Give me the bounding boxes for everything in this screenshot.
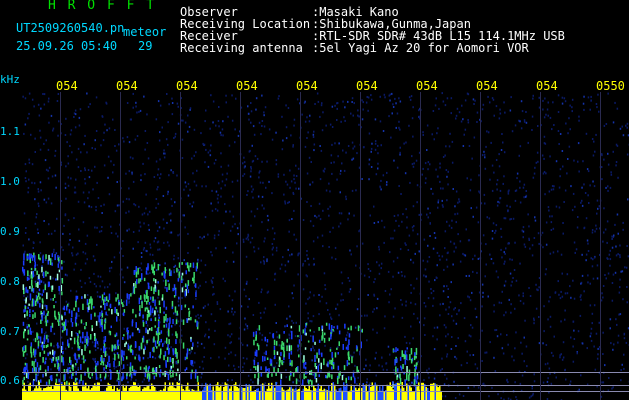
h-guide-line-1 [22,372,629,373]
y-tick-0-9: 0.9 [0,225,20,238]
v-gridline-7 [420,92,421,400]
v-gridline-1 [60,92,61,400]
x-tick-9: 054 [536,79,558,93]
x-tick-7: 054 [416,79,438,93]
x-tick-8: 054 [476,79,498,93]
x-tick-2: 054 [116,79,138,93]
info-antenna-label: Receiving antenna [180,41,303,55]
y-tick-0-6: 0.6 [0,374,20,387]
x-tick-5: 054 [296,79,318,93]
y-tick-0-8: 0.8 [0,275,20,288]
v-gridline-6 [360,92,361,400]
v-gridline-2 [120,92,121,400]
x-tick-6: 054 [356,79,378,93]
info-antenna-value: :5el Yagi Az 20 for Aomori VOR [312,41,529,55]
datetime-label: 25.09.26 05:40 [16,39,118,53]
axis-unit-label: kHz [0,73,20,86]
v-gridline-5 [300,92,301,400]
y-tick-0-7: 0.7 [0,325,20,338]
signal-traces [22,252,419,388]
meteor-count: 29 [138,39,153,53]
x-tick-10: 0550 [596,79,625,93]
y-tick-1-1: 1.1 [0,125,20,138]
v-gridline-3 [180,92,181,400]
y-tick-1-0: 1.0 [0,175,20,188]
x-tick-1: 054 [56,79,78,93]
spectrogram-canvas [22,92,629,400]
noise-layer [22,92,629,400]
x-tick-4: 054 [236,79,258,93]
v-gridline-8 [480,92,481,400]
h-guide-line-3 [22,391,629,392]
h-guide-line-2 [22,385,629,386]
filename-label: UT2509260540.pn [16,21,125,35]
v-gridline-9 [540,92,541,400]
hroft-logo: H R O F F T [48,0,157,13]
v-gridline-10 [600,92,601,400]
meteor-label: meteor [123,25,167,39]
v-gridline-4 [240,92,241,400]
x-tick-3: 054 [176,79,198,93]
